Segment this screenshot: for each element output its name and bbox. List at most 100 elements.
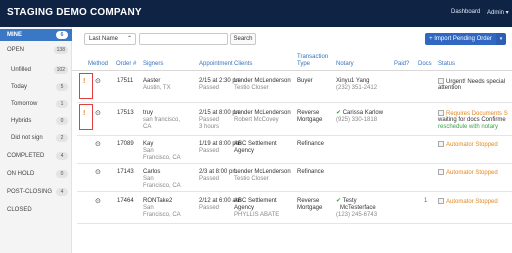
sidebar-item-closed[interactable]: CLOSED xyxy=(0,204,72,216)
sidebar-item-completed[interactable]: COMPLETED 4 xyxy=(0,150,72,162)
col-signers[interactable]: Signers xyxy=(143,61,163,68)
sidebar-item-label: OPEN xyxy=(7,47,25,53)
sidebar-item-tomorrow[interactable]: Tomorrow 1 xyxy=(0,98,72,110)
client-contact: Agency xyxy=(234,148,255,154)
table-row[interactable]: ⊙ 17464 RONTake2 San Francisco, CA 2/12 … xyxy=(77,192,512,224)
method-flag-icon[interactable]: ! xyxy=(83,78,85,85)
order-number[interactable]: 17143 xyxy=(117,169,134,176)
order-number[interactable]: 17089 xyxy=(117,141,134,148)
order-number[interactable]: 17464 xyxy=(117,198,134,205)
sort-select[interactable]: Last Name ⌃ xyxy=(84,33,136,45)
appointment-time: 2/3 at 8:00 pm xyxy=(199,169,238,175)
table-row[interactable]: ! ⊙ 17511 Aaster Austin, TX 2/15 at 2:30… xyxy=(77,72,512,103)
status-image-icon xyxy=(438,141,444,147)
status-image-icon xyxy=(438,169,444,175)
signer-location: Austin, TX xyxy=(143,85,171,91)
nav-dashboard-link[interactable]: Dashboard xyxy=(451,9,480,15)
client-name: Lender McLenderson xyxy=(234,110,291,116)
transaction-type: Refinance xyxy=(297,169,325,175)
sidebar-item-did-not-sign[interactable]: Did not sign 2 xyxy=(0,132,72,144)
client-contact: Robert McCovey xyxy=(234,117,279,123)
search-input[interactable] xyxy=(139,33,228,45)
sidebar-item-label: Tomorrow xyxy=(11,101,38,107)
signer-name: Carlos xyxy=(143,169,161,175)
table-header: Method Order # Signers Appointment Clien… xyxy=(72,54,512,71)
order-number[interactable]: 17511 xyxy=(117,78,133,85)
col-status[interactable]: Status xyxy=(438,61,455,68)
signer-location-2: Francisco, CA xyxy=(143,212,181,218)
count-badge: 138 xyxy=(53,46,68,54)
appointment-status: Passed xyxy=(199,176,220,182)
col-paid[interactable]: Paid? xyxy=(394,61,409,68)
client-contact: Testio Closer xyxy=(234,176,269,182)
status-line-3: reschedule with notary xyxy=(438,124,499,130)
notary-name[interactable]: ✔ Carissa Karlow xyxy=(336,110,383,117)
method-flag-icon[interactable]: ! xyxy=(83,110,85,117)
transaction-type-2: Mortgage xyxy=(297,205,323,211)
sidebar-item-post-closing[interactable]: POST-CLOSING 4 xyxy=(0,186,72,198)
transaction-type-2: Mortgage xyxy=(297,117,323,123)
notary-phone: (925) 330-1818 xyxy=(336,117,378,123)
status-image-icon xyxy=(438,78,444,84)
transaction-type: Refinance xyxy=(297,141,325,147)
count-badge: 4 xyxy=(56,152,68,160)
col-notary[interactable]: Notary xyxy=(336,61,354,68)
col-transaction-type-1[interactable]: Transaction xyxy=(297,54,328,61)
import-dropdown-toggle[interactable]: ▾ xyxy=(496,33,506,45)
sidebar-item-today[interactable]: Today 5 xyxy=(0,81,72,93)
col-clients[interactable]: Clients xyxy=(234,61,252,68)
signer-name: Kay xyxy=(143,141,154,147)
sidebar-item-hybrids[interactable]: Hybrids 0 xyxy=(0,115,72,127)
check-icon: ✔ xyxy=(336,198,342,204)
col-order[interactable]: Order # xyxy=(116,61,136,68)
clock-icon: ⊙ xyxy=(95,78,101,85)
notary-phone: (232) 351-2412 xyxy=(336,85,378,91)
chevron-down-icon: ⌃ xyxy=(126,36,132,42)
sidebar-item-mine[interactable]: MINE 6 xyxy=(0,29,72,41)
status-line: Automator Stopped xyxy=(446,170,498,176)
notary-name-text: Carissa Karlow xyxy=(342,110,384,116)
sidebar-item-on-hold[interactable]: ON HOLD 0 xyxy=(0,168,72,180)
client-name: ABC Settlement xyxy=(234,141,277,147)
notary-name[interactable]: ✔ Testy xyxy=(336,198,357,205)
table-row[interactable]: ⊙ 17089 Kay San Francisco, CA 1/19 at 8:… xyxy=(77,136,512,164)
table-row[interactable]: ⊙ 17143 Carlos San Francisco, CA 2/3 at … xyxy=(77,164,512,192)
col-transaction-type-2[interactable]: Type xyxy=(297,61,310,68)
order-number[interactable]: 17513 xyxy=(117,110,134,117)
client-name: Lender McLenderson xyxy=(234,78,291,84)
company-brand[interactable]: STAGING DEMO COMPANY xyxy=(7,7,142,18)
status-line: Automator Stopped xyxy=(446,142,498,148)
appointment-status: Passed xyxy=(199,85,220,91)
table-row[interactable]: ! ⊙ 17513 truy san francisco, CA 2/15 at… xyxy=(77,103,512,136)
col-appointment[interactable]: Appointment xyxy=(199,61,233,68)
search-button[interactable]: Search xyxy=(230,33,256,45)
top-navbar: STAGING DEMO COMPANY Dashboard Admin ▾ xyxy=(0,0,512,27)
client-contact: PHYLLIS ABATE xyxy=(234,212,280,218)
appointment-duration: 3 hours xyxy=(199,124,220,130)
count-badge: 5 xyxy=(56,83,68,91)
col-docs[interactable]: Docs xyxy=(418,61,432,68)
sidebar-item-label: MINE xyxy=(7,32,22,38)
docs-count-link[interactable]: 1 xyxy=(424,198,427,205)
nav-admin-menu[interactable]: Admin ▾ xyxy=(487,9,509,16)
status-image-icon xyxy=(438,110,444,116)
sidebar-item-unfilled[interactable]: Unfilled 102 xyxy=(0,64,72,76)
sidebar-item-label: Today xyxy=(11,84,28,90)
appointment-status: Passed xyxy=(199,117,220,123)
transaction-type: Reverse xyxy=(297,198,320,204)
check-icon: ✔ xyxy=(336,110,342,116)
sidebar-item-open[interactable]: OPEN 138 xyxy=(0,44,72,56)
count-badge: 0 xyxy=(56,170,68,178)
notary-name[interactable]: Xinyu1 Yang xyxy=(336,78,369,85)
notary-phone: (123) 245-6743 xyxy=(336,212,378,218)
import-pending-order-button[interactable]: + Import Pending Order xyxy=(425,33,496,45)
signer-location-2: CA xyxy=(143,124,152,130)
clock-icon: ⊙ xyxy=(95,198,101,205)
notary-name-2: McTesterface xyxy=(340,205,376,211)
highlight-box xyxy=(79,104,93,130)
count-badge: 6 xyxy=(56,31,68,39)
signer-name: truy xyxy=(143,110,154,116)
sidebar-item-label: COMPLETED xyxy=(7,153,45,159)
col-method[interactable]: Method xyxy=(88,61,108,68)
clock-icon: ⊙ xyxy=(95,169,101,176)
